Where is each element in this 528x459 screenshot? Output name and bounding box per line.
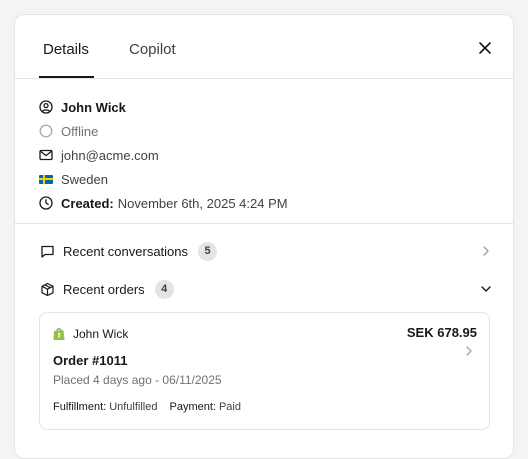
payment-status: Paid (218, 401, 241, 413)
created-value: November 6th, 2025 4:24 PM (117, 195, 288, 211)
tab-copilot[interactable]: Copilot (129, 41, 176, 59)
recent-conversations-label: Recent conversations (63, 243, 189, 259)
order-customer-name: John Wick (73, 327, 129, 341)
customer-status: Offline (61, 123, 99, 139)
customer-country-row: Sweden (39, 167, 513, 191)
mail-icon (39, 148, 53, 162)
order-store-row: John Wick (53, 327, 128, 341)
chevron-down-icon[interactable] (479, 282, 493, 296)
recent-conversations-row[interactable]: Recent conversations 5 (15, 239, 513, 263)
order-placed-date: Placed 4 days ago - 06/11/2025 (53, 373, 222, 387)
recent-orders-row[interactable]: Recent orders 4 (15, 277, 513, 301)
fulfillment-status: Unfulfilled (109, 401, 158, 413)
chevron-right-icon[interactable] (479, 244, 493, 258)
tab-details[interactable]: Details (43, 41, 89, 59)
customer-name-row: John Wick (39, 95, 513, 119)
payment-label: Payment: (169, 401, 216, 413)
customer-info: John Wick Offline john@acme.com Sweden C… (15, 79, 513, 224)
customer-status-row: Offline (39, 119, 513, 143)
orders-count-badge: 4 (154, 279, 174, 299)
message-square-icon (40, 244, 55, 259)
panel-header: Details Copilot (15, 15, 513, 79)
close-icon[interactable] (477, 40, 493, 56)
customer-created-row: Created: November 6th, 2025 4:24 PM (39, 191, 513, 215)
customer-name: John Wick (61, 99, 126, 115)
chevron-right-icon[interactable] (463, 345, 475, 357)
customer-details-panel: Details Copilot John Wick Offline john@a… (14, 14, 514, 459)
package-icon (40, 282, 55, 297)
customer-country: Sweden (61, 171, 108, 187)
conversations-count-badge: 5 (198, 241, 218, 261)
recent-orders-label: Recent orders (63, 281, 145, 297)
order-card[interactable]: John Wick SEK 678.95 Order #1011 Placed … (39, 312, 490, 430)
fulfillment-label: Fulfillment: (53, 401, 107, 413)
order-total: SEK 678.95 (406, 325, 477, 340)
customer-email[interactable]: john@acme.com (61, 148, 159, 163)
order-meta: Fulfillment: Unfulfilled Payment: Paid (53, 401, 253, 413)
status-circle-icon (39, 124, 53, 138)
sweden-flag-icon (39, 174, 53, 184)
clock-icon (39, 196, 53, 210)
order-title[interactable]: Order #1011 (53, 353, 127, 368)
shopify-bag-icon (53, 328, 65, 340)
active-tab-indicator (39, 76, 94, 78)
user-circle-icon (39, 100, 53, 114)
customer-email-row: john@acme.com (39, 143, 513, 167)
created-label: Created: (61, 195, 114, 211)
